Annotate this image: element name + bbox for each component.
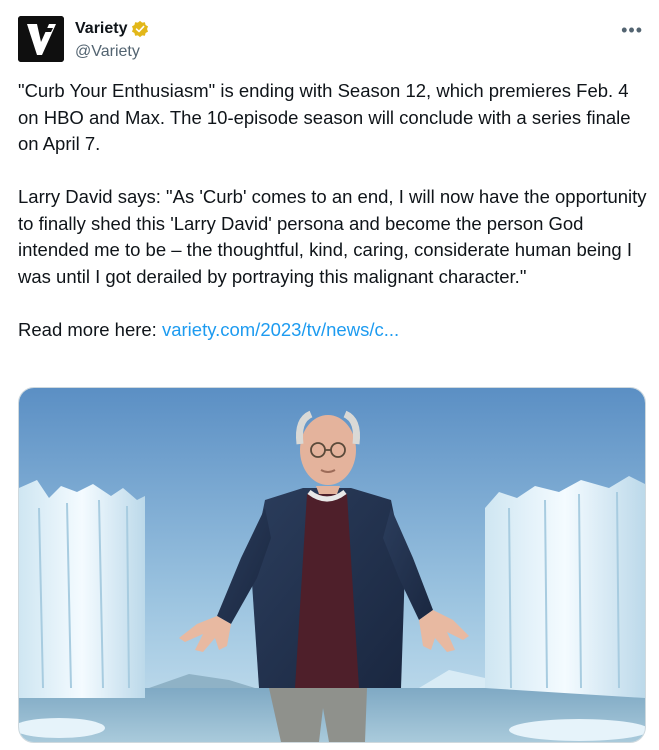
tweet-text: "Curb Your Enthusiasm" is ending with Se… bbox=[18, 78, 648, 343]
display-name[interactable]: Variety bbox=[75, 20, 127, 38]
larry-david-glacier-photo bbox=[19, 388, 645, 742]
tweet-media-image[interactable] bbox=[18, 387, 646, 743]
tweet-paragraph-1: "Curb Your Enthusiasm" is ending with Se… bbox=[18, 80, 631, 154]
verified-badge-icon[interactable] bbox=[131, 20, 149, 38]
tweet-card: Variety @Variety ••• "Curb Your Enthusia… bbox=[0, 0, 659, 750]
display-name-row: Variety bbox=[75, 18, 149, 40]
author-names: Variety @Variety bbox=[75, 18, 149, 61]
tweet-paragraph-2: Larry David says: "As 'Curb' comes to an… bbox=[18, 186, 647, 287]
tweet-header: Variety @Variety ••• bbox=[18, 14, 643, 66]
variety-logo-icon bbox=[18, 16, 64, 62]
handle[interactable]: @Variety bbox=[75, 43, 149, 61]
more-options-button[interactable]: ••• bbox=[621, 20, 643, 41]
avatar[interactable] bbox=[18, 16, 64, 62]
article-link[interactable]: variety.com/2023/tv/news/c... bbox=[162, 319, 399, 340]
read-more-line: Read more here: variety.com/2023/tv/news… bbox=[18, 317, 648, 344]
read-more-prefix: Read more here: bbox=[18, 318, 162, 340]
